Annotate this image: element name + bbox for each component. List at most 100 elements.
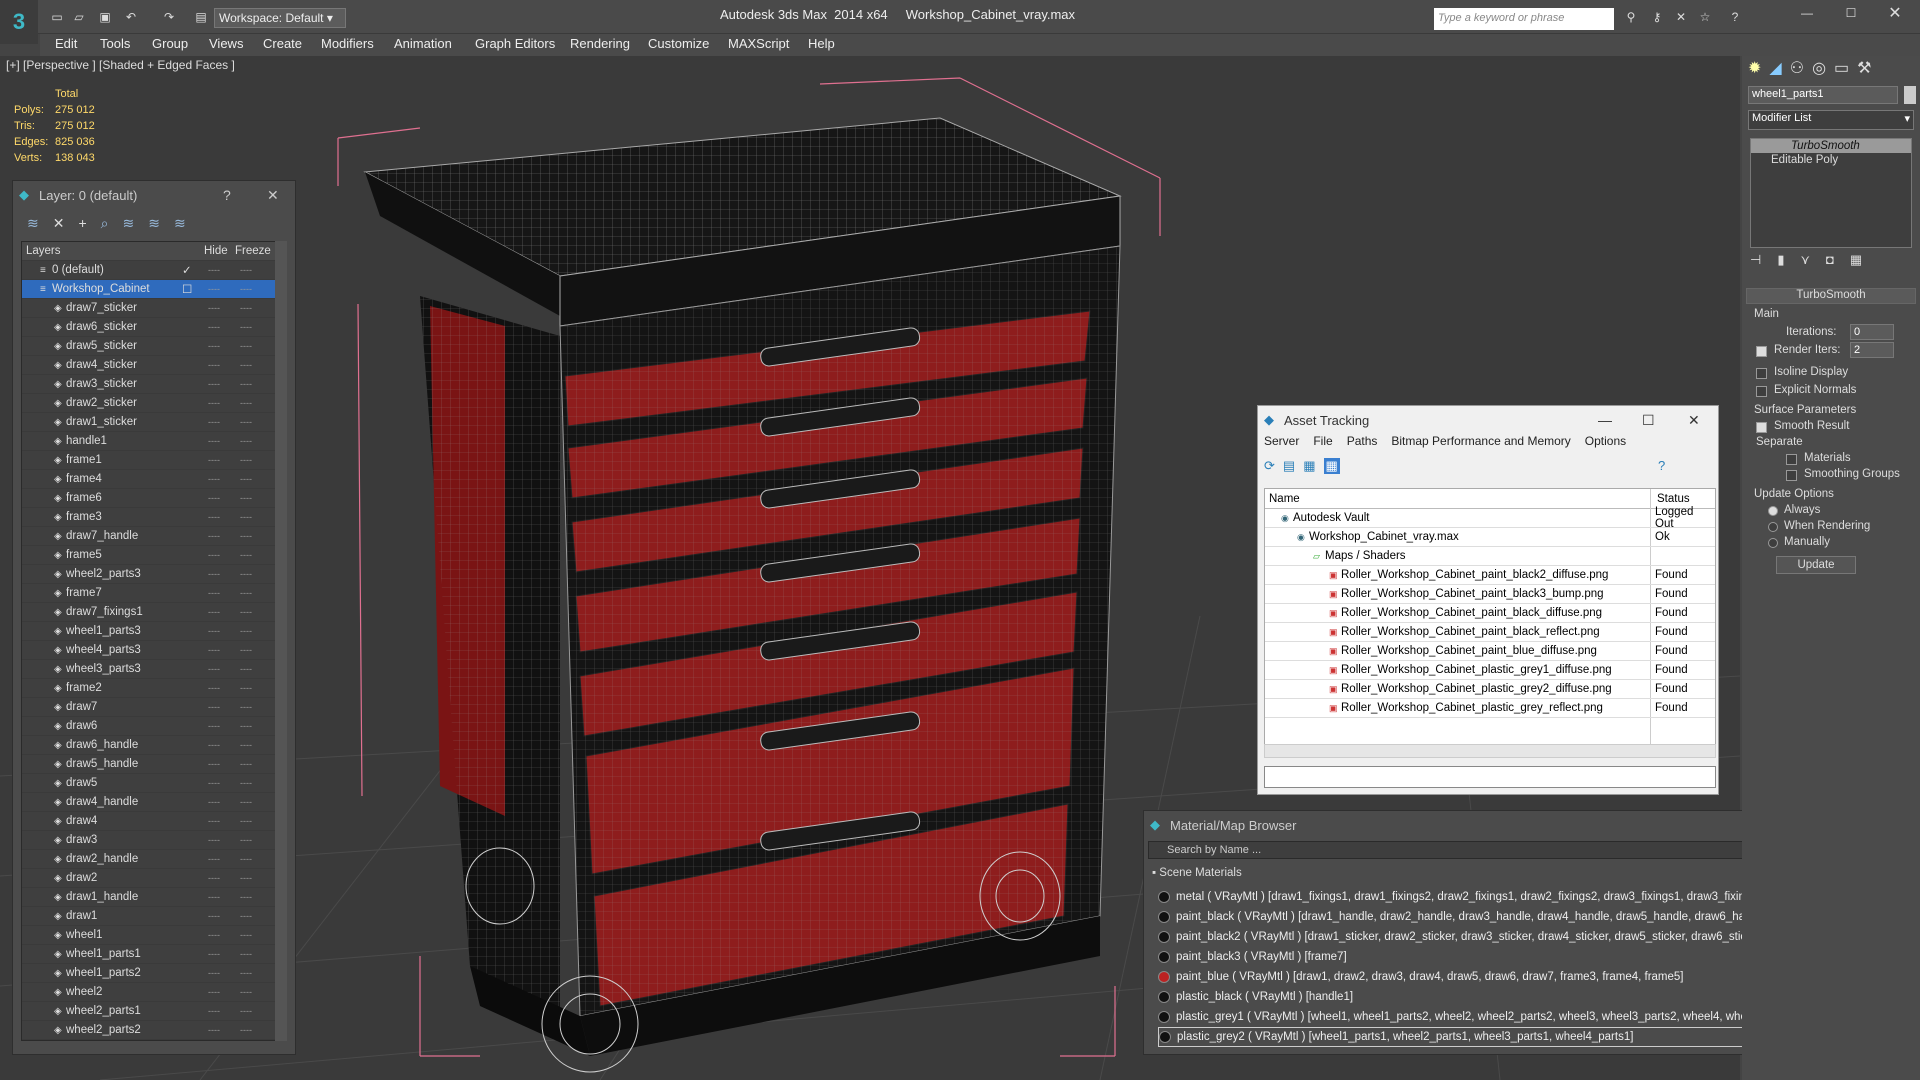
hide-toggle[interactable]: ---- [208, 930, 220, 940]
make-current-box-icon[interactable]: ☐ [182, 282, 192, 296]
freeze-toggle[interactable]: ---- [240, 702, 252, 712]
layer-row[interactable]: ◈ handle1 ---- ---- [22, 432, 284, 451]
isoline-checkbox[interactable] [1756, 368, 1767, 379]
layer-row[interactable]: ◈ draw4_sticker ---- ---- [22, 356, 284, 375]
layer-row[interactable]: ◈ draw6_handle ---- ---- [22, 736, 284, 755]
select-in-layer-icon[interactable]: ⌕ [101, 215, 109, 232]
freeze-toggle[interactable]: ---- [240, 360, 252, 370]
layer-row[interactable]: ◈ draw2_sticker ---- ---- [22, 394, 284, 413]
hide-toggle[interactable]: ---- [208, 721, 220, 731]
star-icon[interactable]: ☆ [1696, 8, 1714, 26]
freeze-toggle[interactable]: ---- [240, 873, 252, 883]
freeze-toggle[interactable]: ---- [240, 322, 252, 332]
render-iters-checkbox[interactable] [1756, 346, 1767, 357]
hide-toggle[interactable]: ---- [208, 493, 220, 503]
freeze-toggle[interactable]: ---- [240, 398, 252, 408]
layer-row[interactable]: ≡ Workshop_Cabinet ---- ---- ☐ [22, 280, 284, 299]
col-layers[interactable]: Layers [26, 245, 61, 257]
smoothing-groups-checkbox[interactable] [1786, 470, 1797, 481]
redo-icon[interactable]: ↷ [160, 8, 178, 26]
hide-toggle[interactable]: ---- [208, 854, 220, 864]
col-hide[interactable]: Hide [204, 245, 228, 257]
always-radio[interactable] [1768, 506, 1778, 516]
help-search-input[interactable]: Type a keyword or phrase [1434, 8, 1614, 30]
menu-modifiers[interactable]: Modifiers [321, 36, 374, 51]
close-icon[interactable]: ✕ [1886, 4, 1904, 22]
col-freeze[interactable]: Freeze [235, 245, 271, 257]
freeze-toggle[interactable]: ---- [240, 1006, 252, 1016]
layer-row[interactable]: ≡ 0 (default) ---- ---- ✓ [22, 261, 284, 280]
layer-row[interactable]: ◈ draw1_handle ---- ---- [22, 888, 284, 907]
freeze-toggle[interactable]: ---- [240, 664, 252, 674]
hide-toggle[interactable]: ---- [208, 284, 220, 294]
layer-row[interactable]: ◈ draw1 ---- ---- [22, 907, 284, 926]
hide-toggle[interactable]: ---- [208, 987, 220, 997]
freeze-toggle[interactable]: ---- [240, 417, 252, 427]
binoculars-icon[interactable]: ⚲ [1622, 8, 1640, 26]
exchange-icon[interactable]: ✕ [1672, 8, 1690, 26]
hide-toggle[interactable]: ---- [208, 835, 220, 845]
layer-row[interactable]: ◈ wheel2_parts1 ---- ---- [22, 1002, 284, 1021]
minimize-icon[interactable]: — [1798, 4, 1816, 22]
maximize-icon[interactable]: ☐ [1842, 4, 1860, 22]
remove-modifier-icon[interactable]: ◘ [1826, 252, 1834, 268]
stack-item-editable-poly[interactable]: Editable Poly [1751, 153, 1911, 167]
layer-help-icon[interactable]: ? [223, 187, 231, 203]
hide-toggle[interactable]: ---- [208, 1025, 220, 1035]
freeze-toggle[interactable]: ---- [240, 474, 252, 484]
layer-close-icon[interactable]: ✕ [267, 187, 279, 204]
hide-toggle[interactable]: ---- [208, 512, 220, 522]
freeze-toggle[interactable]: ---- [240, 569, 252, 579]
app-logo-icon[interactable]: 3 [0, 0, 38, 44]
hide-toggle[interactable]: ---- [208, 436, 220, 446]
iterations-spinner[interactable]: 0 [1850, 324, 1894, 340]
freeze-toggle[interactable]: ---- [240, 759, 252, 769]
hide-toggle[interactable]: ---- [208, 379, 220, 389]
freeze-toggle[interactable]: ---- [240, 550, 252, 560]
layer-row[interactable]: ◈ wheel2 ---- ---- [22, 983, 284, 1002]
pin-stack-icon[interactable]: ⊣ [1750, 252, 1761, 268]
freeze-toggle[interactable]: ---- [240, 265, 252, 275]
hide-toggle[interactable]: ---- [208, 474, 220, 484]
freeze-toggle[interactable]: ---- [240, 797, 252, 807]
hide-toggle[interactable]: ---- [208, 626, 220, 636]
modifier-list-dropdown[interactable]: Modifier List ▾ [1748, 110, 1914, 130]
hide-toggle[interactable]: ---- [208, 702, 220, 712]
layer-row[interactable]: ◈ frame4 ---- ---- [22, 470, 284, 489]
layer-row[interactable]: ◈ draw7 ---- ---- [22, 698, 284, 717]
freeze-toggle[interactable]: ---- [240, 436, 252, 446]
object-name-field[interactable]: wheel1_parts1 [1748, 86, 1898, 104]
freeze-toggle[interactable]: ---- [240, 607, 252, 617]
render-iters-spinner[interactable]: 2 [1850, 342, 1894, 358]
configure-sets-icon[interactable]: ▦ [1850, 252, 1862, 268]
new-layer-icon[interactable]: ≋ [27, 215, 39, 232]
layer-row[interactable]: ◈ wheel1_parts2 ---- ---- [22, 964, 284, 983]
motion-tab-icon[interactable]: ◎ [1812, 58, 1826, 78]
asset-row[interactable]: ◉ Workshop_Cabinet_vray.max Ok [1265, 528, 1715, 547]
hide-toggle[interactable]: ---- [208, 892, 220, 902]
open-file-icon[interactable]: ▱ [70, 8, 88, 26]
freeze-toggle[interactable]: ---- [240, 892, 252, 902]
asset-hscroll[interactable] [1264, 744, 1716, 758]
asset-path-field[interactable] [1264, 766, 1716, 788]
freeze-toggle[interactable]: ---- [240, 835, 252, 845]
hide-toggle[interactable]: ---- [208, 778, 220, 788]
layer-row[interactable]: ◈ wheel1 ---- ---- [22, 926, 284, 945]
hide-all-icon[interactable]: ≋ [148, 215, 160, 232]
layer-row[interactable]: ◈ frame6 ---- ---- [22, 489, 284, 508]
freeze-all-icon[interactable]: ≋ [174, 215, 186, 232]
menu-group[interactable]: Group [152, 36, 188, 51]
asset-menu-bitmap[interactable]: Bitmap Performance and Memory [1391, 434, 1570, 454]
hide-toggle[interactable]: ---- [208, 607, 220, 617]
viewport-label[interactable]: [+] [Perspective ] [Shaded + Edged Faces… [6, 58, 235, 72]
menu-graph-editors[interactable]: Graph Editors [475, 36, 555, 51]
object-color-swatch[interactable] [1904, 86, 1916, 104]
layer-row[interactable]: ◈ frame2 ---- ---- [22, 679, 284, 698]
hide-toggle[interactable]: ---- [208, 645, 220, 655]
tree-view-icon[interactable]: ▦ [1303, 458, 1315, 474]
hide-toggle[interactable]: ---- [208, 322, 220, 332]
explicit-normals-checkbox[interactable] [1756, 386, 1767, 397]
layer-row[interactable]: ◈ draw2_handle ---- ---- [22, 850, 284, 869]
layer-row[interactable]: ◈ draw7_sticker ---- ---- [22, 299, 284, 318]
asset-menu-server[interactable]: Server [1264, 434, 1299, 454]
